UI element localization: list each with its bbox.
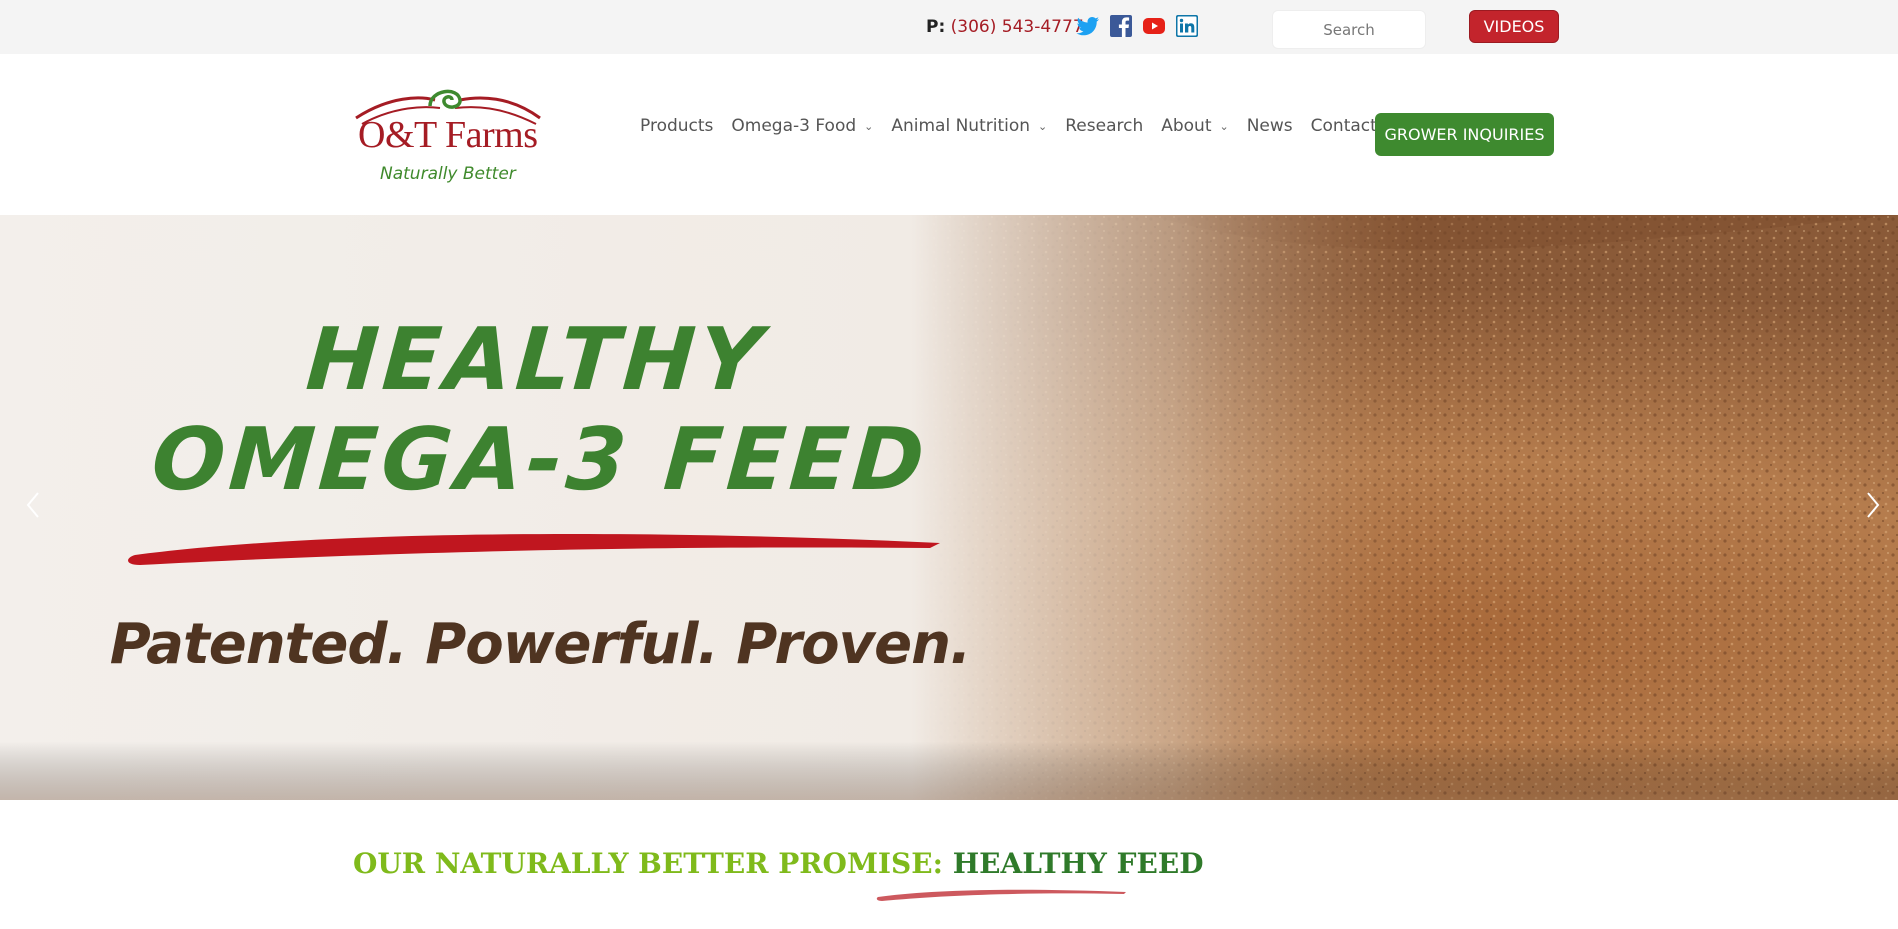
search-box [1272,10,1426,49]
nav-label: Research [1065,116,1144,136]
hero-subtitle: Patented. Powerful. Proven. [109,612,972,677]
nav-item-contact[interactable]: Contact [1311,116,1377,136]
grower-inquiries-button[interactable]: GROWER INQUIRIES [1375,113,1554,156]
heading-underline-brush [876,889,1126,901]
nav-item-research[interactable]: Research [1065,116,1143,136]
chevron-down-icon: ⌄ [1038,119,1048,133]
nav-label: Products [640,116,714,136]
site-header: O&T Farms Naturally Better Products Omeg… [0,54,1898,215]
top-utility-bar: P: (306) 543-4777 VIDEOS [0,0,1898,54]
nav-item-news[interactable]: News [1247,116,1293,136]
hero-title-line2: OMEGA-3 FEED [148,410,932,510]
nav-item-products[interactable]: Products [640,116,713,136]
nav-item-about[interactable]: About ⌄ [1161,116,1228,136]
main-nav: Products Omega-3 Food ⌄ Animal Nutrition… [640,116,1395,136]
search-input[interactable] [1273,11,1425,48]
linkedin-icon[interactable] [1175,14,1199,38]
section-heading-part1: OUR NATURALLY BETTER PROMISE: [353,847,953,880]
nav-item-omega-3-food[interactable]: Omega-3 Food ⌄ [731,116,873,136]
chevron-down-icon: ⌄ [864,119,874,133]
twitter-icon[interactable] [1076,14,1100,38]
phone-number[interactable]: (306) 543-4777 [951,17,1084,37]
videos-button[interactable]: VIDEOS [1469,10,1559,43]
logo[interactable]: O&T Farms Naturally Better [350,78,545,193]
hero-title-line1: HEALTHY [303,310,769,410]
nav-item-animal-nutrition[interactable]: Animal Nutrition ⌄ [891,116,1047,136]
nav-label: Omega-3 Food [731,116,857,136]
slider-next-arrow-icon[interactable] [1858,485,1888,525]
phone-contact[interactable]: P: (306) 543-4777 [926,17,1084,37]
phone-label: P: [926,17,946,37]
nav-label: About [1161,116,1212,136]
chevron-down-icon: ⌄ [1219,119,1229,133]
nav-label: News [1246,116,1293,136]
logo-tagline: Naturally Better [380,164,516,184]
slider-prev-arrow-icon[interactable] [18,485,48,525]
facebook-icon[interactable] [1109,14,1133,38]
social-links [1076,14,1199,38]
nav-label: Contact [1310,116,1377,136]
section-heading: OUR NATURALLY BETTER PROMISE: HEALTHY FE… [353,847,1203,880]
section-heading-part2: HEALTHY FEED [952,847,1204,880]
youtube-icon[interactable] [1142,14,1166,38]
logo-name: O&T Farms [358,114,538,156]
nav-label: Animal Nutrition [891,116,1031,136]
hero-slider: HEALTHY OMEGA-3 FEED Patented. Powerful.… [0,215,1898,800]
